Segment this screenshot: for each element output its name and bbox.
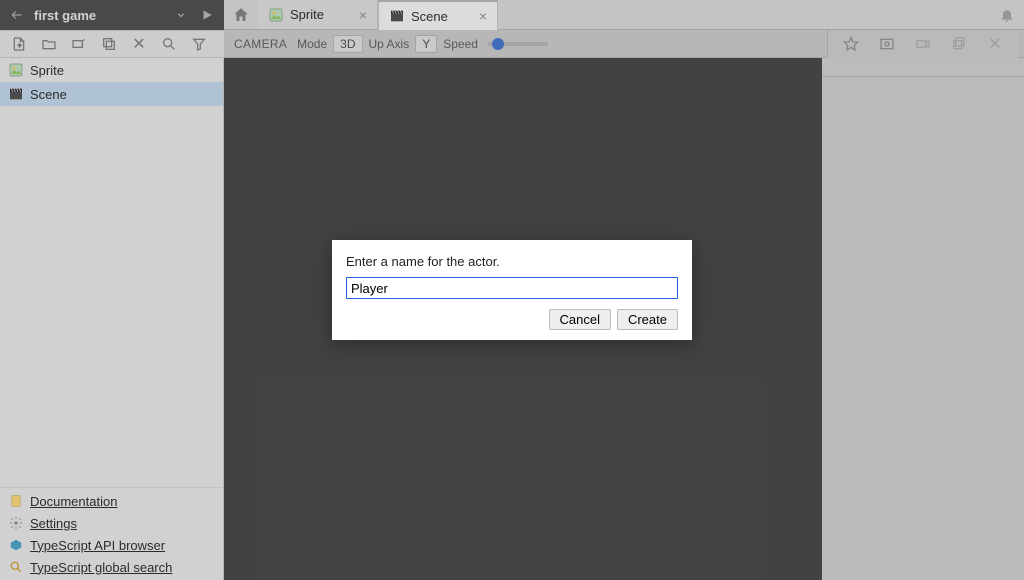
new-actor-dialog: Enter a name for the actor. Cancel Creat…	[332, 240, 692, 340]
cancel-button[interactable]: Cancel	[549, 309, 611, 330]
dialog-message: Enter a name for the actor.	[346, 254, 678, 269]
create-button[interactable]: Create	[617, 309, 678, 330]
actor-name-input[interactable]	[346, 277, 678, 299]
modal-overlay: Enter a name for the actor. Cancel Creat…	[0, 0, 1024, 580]
